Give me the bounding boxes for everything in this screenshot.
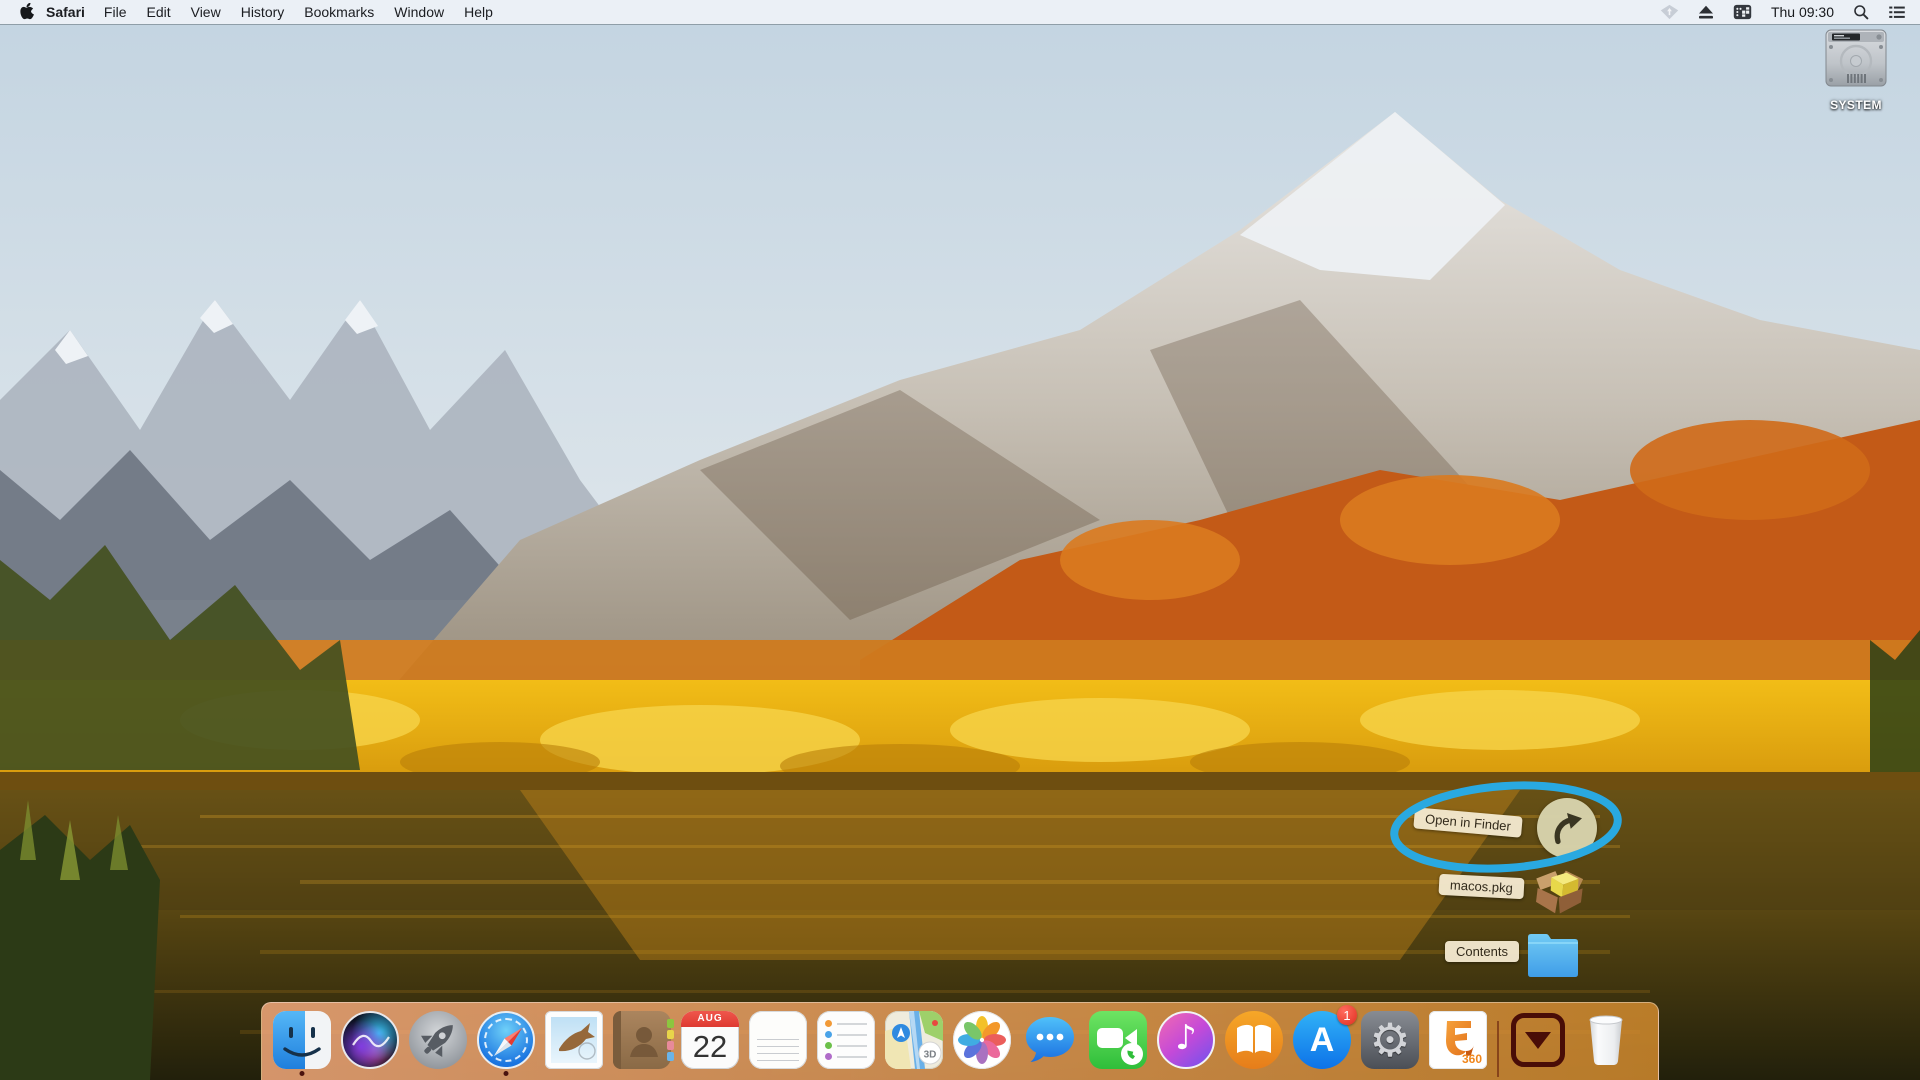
active-app-menu[interactable]: Safari xyxy=(46,4,85,20)
dock-item-maps[interactable]: 3D xyxy=(885,1011,943,1077)
dock: AUG 22 3D ♪ A 1 ⚙ 360 xyxy=(261,1002,1659,1080)
dock-item-safari[interactable] xyxy=(477,1011,535,1077)
curved-arrow-icon xyxy=(1554,813,1582,845)
menu-bookmarks[interactable]: Bookmarks xyxy=(294,4,384,20)
dock-item-facetime[interactable] xyxy=(1089,1011,1147,1077)
photos-icon xyxy=(953,1011,1011,1069)
reminders-icon xyxy=(817,1011,875,1069)
menu-window[interactable]: Window xyxy=(384,4,454,20)
calendar-month: AUG xyxy=(681,1011,739,1027)
calendar-icon: AUG 22 xyxy=(681,1011,739,1069)
fusion-360-icon: 360 xyxy=(1429,1011,1487,1069)
messages-icon xyxy=(1021,1011,1079,1069)
open-in-finder-button[interactable] xyxy=(1537,798,1597,858)
open-stack-icon xyxy=(1511,1013,1565,1067)
input-grid-icon[interactable] xyxy=(1733,4,1752,20)
dock-row: AUG 22 3D ♪ A 1 ⚙ 360 xyxy=(261,1002,1659,1077)
dock-item-mail[interactable] xyxy=(545,1011,603,1077)
dock-item-books[interactable] xyxy=(1225,1011,1283,1077)
menu-bar-left: Safari File Edit View History Bookmarks … xyxy=(14,3,503,21)
spotlight-icon[interactable] xyxy=(1853,4,1869,20)
app-store-badge: 1 xyxy=(1337,1005,1357,1025)
dock-divider xyxy=(1497,1021,1499,1077)
dock-stack-fan: Open in Finder macos.pkg Contents xyxy=(0,0,1920,1080)
menu-bar-status: Thu 09:30 xyxy=(1660,4,1906,20)
books-icon xyxy=(1225,1011,1283,1069)
notes-icon xyxy=(749,1011,807,1069)
menu-edit[interactable]: Edit xyxy=(136,4,180,20)
dock-item-calendar[interactable]: AUG 22 xyxy=(681,1011,739,1077)
stack-triangle-icon xyxy=(1525,1031,1551,1049)
safari-icon xyxy=(477,1011,535,1069)
dock-item-downloads-stack[interactable] xyxy=(1509,1011,1567,1077)
dock-item-app-store[interactable]: A 1 xyxy=(1293,1005,1357,1077)
fusion-360-label: 360 xyxy=(1461,1052,1482,1066)
fan-item-open-in-finder[interactable]: Open in Finder xyxy=(1413,807,1523,838)
dock-item-fusion-360[interactable]: 360 xyxy=(1429,1011,1487,1077)
maps-icon: 3D xyxy=(885,1011,943,1069)
dock-item-contacts[interactable] xyxy=(613,1011,674,1077)
menu-bar: Safari File Edit View History Bookmarks … xyxy=(0,0,1920,24)
finder-icon xyxy=(273,1011,331,1069)
blue-folder-icon[interactable] xyxy=(1524,927,1582,988)
dock-item-messages[interactable] xyxy=(1021,1011,1079,1077)
menu-file[interactable]: File xyxy=(94,4,137,20)
apple-menu[interactable] xyxy=(14,3,40,21)
calendar-day: 22 xyxy=(692,1029,728,1064)
menu-history[interactable]: History xyxy=(231,4,295,20)
package-icon[interactable] xyxy=(1528,861,1589,925)
menu-bar-clock[interactable]: Thu 09:30 xyxy=(1771,4,1834,20)
menu-help[interactable]: Help xyxy=(454,4,503,20)
mail-icon xyxy=(545,1011,603,1069)
dock-item-finder[interactable] xyxy=(273,1011,331,1077)
siri-icon xyxy=(341,1011,399,1069)
desktop-screen: Safari File Edit View History Bookmarks … xyxy=(0,0,1920,1080)
notification-list-icon[interactable] xyxy=(1888,5,1906,19)
apple-logo-icon xyxy=(19,3,34,20)
itunes-icon: ♪ xyxy=(1157,1011,1215,1069)
trash-icon xyxy=(1589,1015,1623,1065)
menu-view[interactable]: View xyxy=(181,4,231,20)
launchpad-icon xyxy=(409,1011,467,1069)
dock-item-siri[interactable] xyxy=(341,1011,399,1077)
fan-item-contents[interactable]: Contents xyxy=(1444,941,1519,962)
system-preferences-icon: ⚙ xyxy=(1361,1011,1419,1069)
dock-item-system-preferences[interactable]: ⚙ xyxy=(1361,1011,1419,1077)
maps-3d-badge: 3D xyxy=(924,1050,937,1061)
dock-item-trash[interactable] xyxy=(1577,1011,1635,1077)
dock-item-notes[interactable] xyxy=(749,1011,807,1077)
contacts-icon xyxy=(613,1011,674,1069)
diamond-sync-icon[interactable] xyxy=(1660,4,1679,20)
dock-item-photos[interactable] xyxy=(953,1011,1011,1077)
dock-item-launchpad[interactable] xyxy=(409,1011,467,1077)
running-indicator xyxy=(299,1071,305,1076)
dock-item-reminders[interactable] xyxy=(817,1011,875,1077)
running-indicator xyxy=(503,1071,509,1076)
facetime-icon xyxy=(1089,1011,1147,1069)
fan-item-macos-pkg[interactable]: macos.pkg xyxy=(1438,873,1525,900)
dock-item-itunes[interactable]: ♪ xyxy=(1157,1011,1215,1077)
eject-icon[interactable] xyxy=(1698,5,1714,19)
